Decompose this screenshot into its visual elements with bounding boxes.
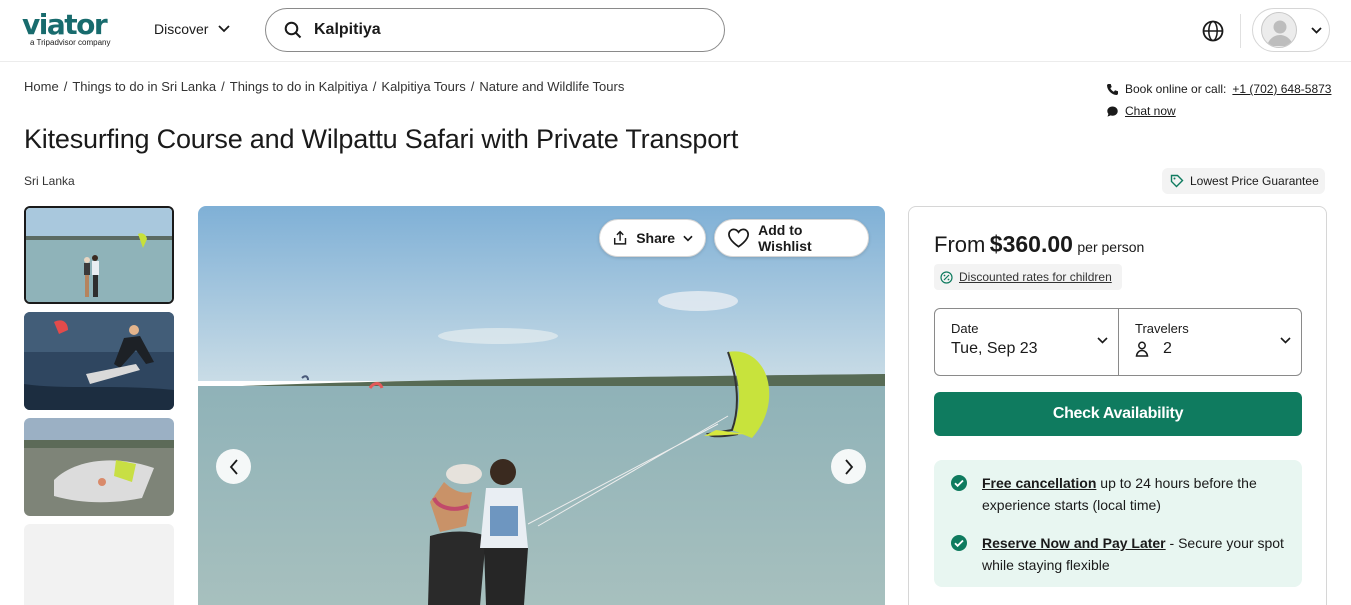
- percent-icon: [940, 270, 953, 284]
- check-circle-icon: [951, 535, 967, 551]
- logo-subtitle: a Tripadvisor company: [30, 38, 111, 47]
- share-icon: [613, 230, 627, 245]
- heart-icon: [728, 228, 750, 248]
- booking-card: From $360.00 per person Discounted rates…: [908, 206, 1327, 605]
- book-online-label: Book online or call:: [1125, 82, 1227, 96]
- lowest-price-guarantee-badge[interactable]: Lowest Price Guarantee: [1162, 168, 1325, 194]
- discount-badge[interactable]: Discounted rates for children: [934, 264, 1122, 290]
- thumbnail-image: [24, 312, 174, 410]
- date-label: Date: [951, 321, 979, 336]
- search-bar[interactable]: [265, 8, 725, 52]
- breadcrumb-separator: /: [63, 79, 68, 94]
- thumbnail-3[interactable]: [24, 418, 174, 516]
- chevron-down-icon: [1097, 337, 1108, 344]
- share-button[interactable]: Share: [599, 219, 706, 257]
- chevron-down-icon: [218, 25, 231, 33]
- benefit-free-cancellation: Free cancellation up to 24 hours before …: [950, 472, 1286, 516]
- search-input[interactable]: [314, 21, 694, 39]
- phone-icon: [1107, 83, 1118, 95]
- discount-label: Discounted rates for children: [959, 270, 1112, 284]
- thumbnail-image: [26, 208, 172, 302]
- reserve-now-link[interactable]: Reserve Now and Pay Later: [982, 535, 1166, 551]
- breadcrumb-nature-tours[interactable]: Nature and Wildlife Tours: [479, 79, 624, 94]
- breadcrumb-kalpitiya-tours[interactable]: Kalpitiya Tours: [381, 79, 465, 94]
- chevron-right-icon: [844, 458, 853, 475]
- avatar: [1261, 12, 1297, 48]
- search-icon: [284, 21, 302, 39]
- product-location: Sri Lanka: [24, 174, 75, 188]
- thumbnail-list: [24, 206, 174, 605]
- hero-image: [198, 206, 885, 605]
- chevron-down-icon: [1311, 26, 1322, 34]
- phone-link[interactable]: +1 (702) 648-5873: [1232, 82, 1331, 96]
- wishlist-label: Add to Wishlist: [758, 222, 812, 254]
- contact-block: Book online or call: +1 (702) 648-5873 C…: [1106, 78, 1331, 122]
- top-header: viator a Tripadvisor company Discover: [0, 0, 1351, 62]
- thumbnail-image: [24, 418, 174, 516]
- breadcrumb-home[interactable]: Home: [24, 79, 59, 94]
- previous-photo-button[interactable]: [216, 449, 251, 484]
- breadcrumb-sri-lanka[interactable]: Things to do in Sri Lanka: [72, 79, 216, 94]
- check-availability-button[interactable]: Check Availability: [934, 392, 1302, 436]
- from-label: From: [934, 232, 986, 257]
- breadcrumb-separator: /: [372, 79, 377, 94]
- breadcrumb-kalpitiya[interactable]: Things to do in Kalpitiya: [230, 79, 368, 94]
- date-value: Tue, Sep 23: [951, 340, 1038, 357]
- check-circle-icon: [951, 475, 967, 491]
- chat-icon: [1107, 106, 1118, 117]
- free-cancellation-link[interactable]: Free cancellation: [982, 475, 1096, 491]
- breadcrumb: Home / Things to do in Sri Lanka / Thing…: [24, 79, 624, 94]
- add-to-wishlist-button[interactable]: Add to Wishlist: [714, 219, 869, 257]
- chevron-down-icon: [683, 235, 693, 241]
- date-selector[interactable]: Date Tue, Sep 23: [935, 309, 1119, 375]
- chevron-left-icon: [229, 458, 238, 475]
- discover-label: Discover: [154, 21, 209, 37]
- page-title: Kitesurfing Course and Wilpattu Safari w…: [24, 124, 739, 154]
- chevron-down-icon: [1280, 337, 1291, 344]
- discover-menu[interactable]: Discover: [154, 21, 231, 37]
- viator-logo[interactable]: viator a Tripadvisor company: [22, 10, 132, 50]
- header-divider: [1240, 14, 1241, 48]
- thumbnail-placeholder: [24, 524, 174, 605]
- thumbnail-1[interactable]: [24, 206, 174, 304]
- person-icon: [1135, 341, 1149, 357]
- travelers-label: Travelers: [1135, 321, 1189, 336]
- tag-icon: [1170, 174, 1184, 188]
- chat-now-link[interactable]: Chat now: [1125, 104, 1176, 118]
- travelers-selector[interactable]: Travelers 2: [1119, 309, 1301, 375]
- price-amount: $360.00: [989, 231, 1073, 257]
- benefits-panel: Free cancellation up to 24 hours before …: [934, 460, 1302, 587]
- thumbnail-2[interactable]: [24, 312, 174, 410]
- next-photo-button[interactable]: [831, 449, 866, 484]
- breadcrumb-separator: /: [470, 79, 475, 94]
- account-menu[interactable]: [1252, 8, 1330, 52]
- lowest-price-label: Lowest Price Guarantee: [1190, 174, 1319, 188]
- globe-icon[interactable]: [1200, 18, 1226, 44]
- date-traveler-picker: Date Tue, Sep 23 Travelers 2: [934, 308, 1302, 376]
- per-person-label: per person: [1077, 239, 1145, 255]
- main-photo[interactable]: [198, 206, 885, 605]
- price-block: From $360.00 per person: [934, 231, 1144, 258]
- breadcrumb-separator: /: [221, 79, 225, 94]
- user-icon: [1267, 20, 1293, 46]
- travelers-value: 2: [1163, 340, 1172, 357]
- benefit-reserve-now: Reserve Now and Pay Later - Secure your …: [950, 532, 1286, 576]
- logo-wordmark: viator: [22, 8, 108, 41]
- share-label: Share: [636, 230, 676, 246]
